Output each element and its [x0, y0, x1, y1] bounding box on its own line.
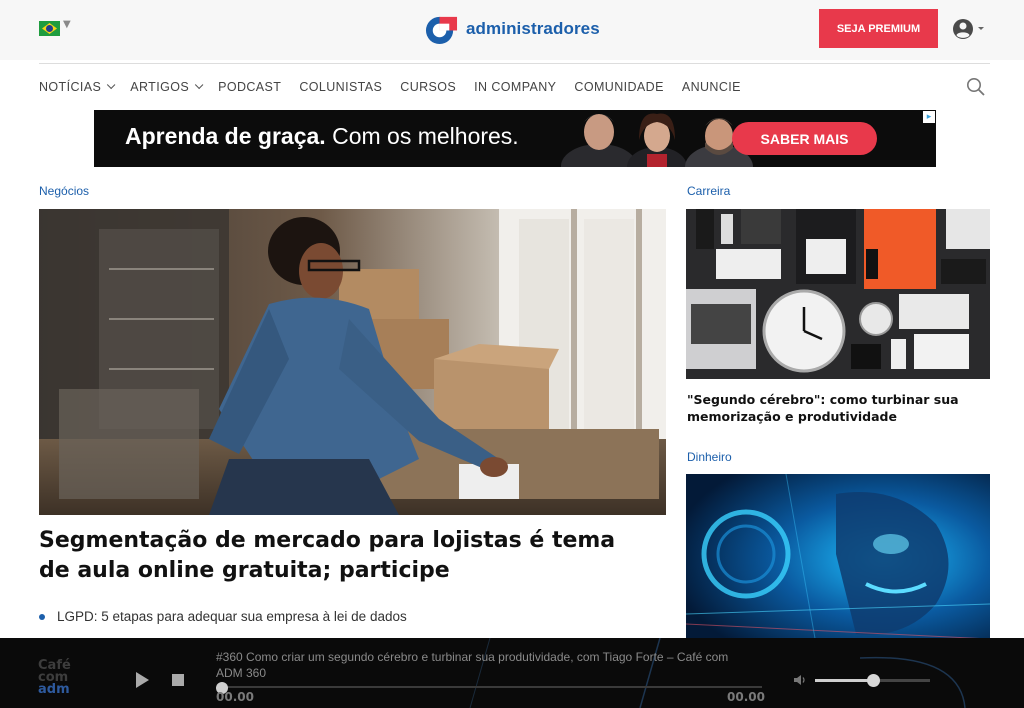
sidebar-image-carreira[interactable] — [686, 209, 990, 379]
current-time: 00.00 — [216, 690, 254, 704]
podcast-logo-line: adm — [38, 682, 70, 697]
play-button[interactable] — [136, 672, 149, 688]
nav-item-in-company[interactable]: IN COMPANY — [474, 80, 556, 94]
hero-photo — [39, 209, 666, 515]
episode-title: #360 Como criar um segundo cérebro e tur… — [216, 650, 729, 680]
nav-item-noticias[interactable]: NOTÍCIAS — [39, 80, 116, 94]
sidebar-category-dinheiro[interactable]: Dinheiro — [687, 450, 732, 464]
main-nav: NOTÍCIAS ARTIGOS PODCAST COLUNISTAS CURS… — [39, 77, 759, 97]
nav-item-cursos[interactable]: CURSOS — [400, 80, 456, 94]
related-article-link[interactable]: LGPD: 5 etapas para adequar sua empresa … — [39, 609, 407, 624]
adchoices-icon[interactable]: ▸ — [923, 111, 935, 123]
nav-item-podcast[interactable]: PODCAST — [218, 80, 281, 94]
bullet-icon — [39, 613, 45, 620]
main-headline[interactable]: Segmentação de mercado para lojistas é t… — [39, 526, 639, 586]
user-menu[interactable] — [952, 17, 986, 41]
chevron-down-icon — [107, 80, 116, 90]
logo-text: administradores — [466, 19, 600, 38]
banner-text: Aprenda de graça. Com os melhores. — [125, 123, 519, 150]
nav-label: ARTIGOS — [130, 80, 190, 94]
banner-subtext: Com os melhores. — [332, 123, 519, 149]
duration: 00.00 — [727, 690, 765, 704]
premium-button[interactable]: SEJA PREMIUM — [819, 9, 938, 48]
top-header: ▼ administradores SEJA PREMIUM — [0, 0, 1024, 60]
brazil-flag-icon[interactable] — [39, 21, 60, 36]
nav-item-artigos[interactable]: ARTIGOS — [130, 80, 204, 94]
volume-icon[interactable] — [793, 673, 807, 687]
sidebar-article-title[interactable]: "Segundo cérebro": como turbinar sua mem… — [687, 391, 987, 425]
nav-item-anuncie[interactable]: ANUNCIE — [682, 80, 741, 94]
nav-divider — [39, 63, 990, 64]
nav-label: NOTÍCIAS — [39, 80, 102, 94]
podcast-logo[interactable]: Café com adm — [38, 659, 90, 697]
digital-face-photo — [686, 474, 990, 644]
hero-image[interactable] — [39, 209, 666, 515]
volume-knob[interactable] — [866, 674, 880, 687]
volume-fill — [815, 679, 873, 682]
main-category-link[interactable]: Negócios — [39, 184, 89, 198]
site-logo[interactable]: administradores — [425, 12, 600, 46]
sidebar-image-dinheiro[interactable] — [686, 474, 990, 644]
saber-mais-button[interactable]: SABER MAIS — [732, 122, 877, 155]
logo-mark-icon — [425, 16, 458, 44]
user-icon — [953, 19, 984, 39]
nav-item-comunidade[interactable]: COMUNIDADE — [574, 80, 663, 94]
stop-button[interactable] — [172, 674, 184, 686]
banner-bold-text: Aprenda de graça. — [125, 123, 326, 149]
ad-banner[interactable]: Aprenda de graça. Com os melhores. SABER… — [94, 110, 936, 167]
progress-track[interactable] — [222, 686, 762, 688]
language-chevron-down-icon[interactable]: ▼ — [63, 19, 71, 30]
podcast-player: Café com adm #360 Como criar um segundo … — [0, 638, 1024, 708]
chevron-down-icon — [194, 80, 204, 90]
nav-item-colunistas[interactable]: COLUNISTAS — [299, 80, 382, 94]
sidebar-category-carreira[interactable]: Carreira — [687, 184, 730, 198]
related-article-title: LGPD: 5 etapas para adequar sua empresa … — [57, 609, 407, 624]
desk-items-photo — [686, 209, 990, 379]
search-icon[interactable] — [966, 77, 986, 97]
